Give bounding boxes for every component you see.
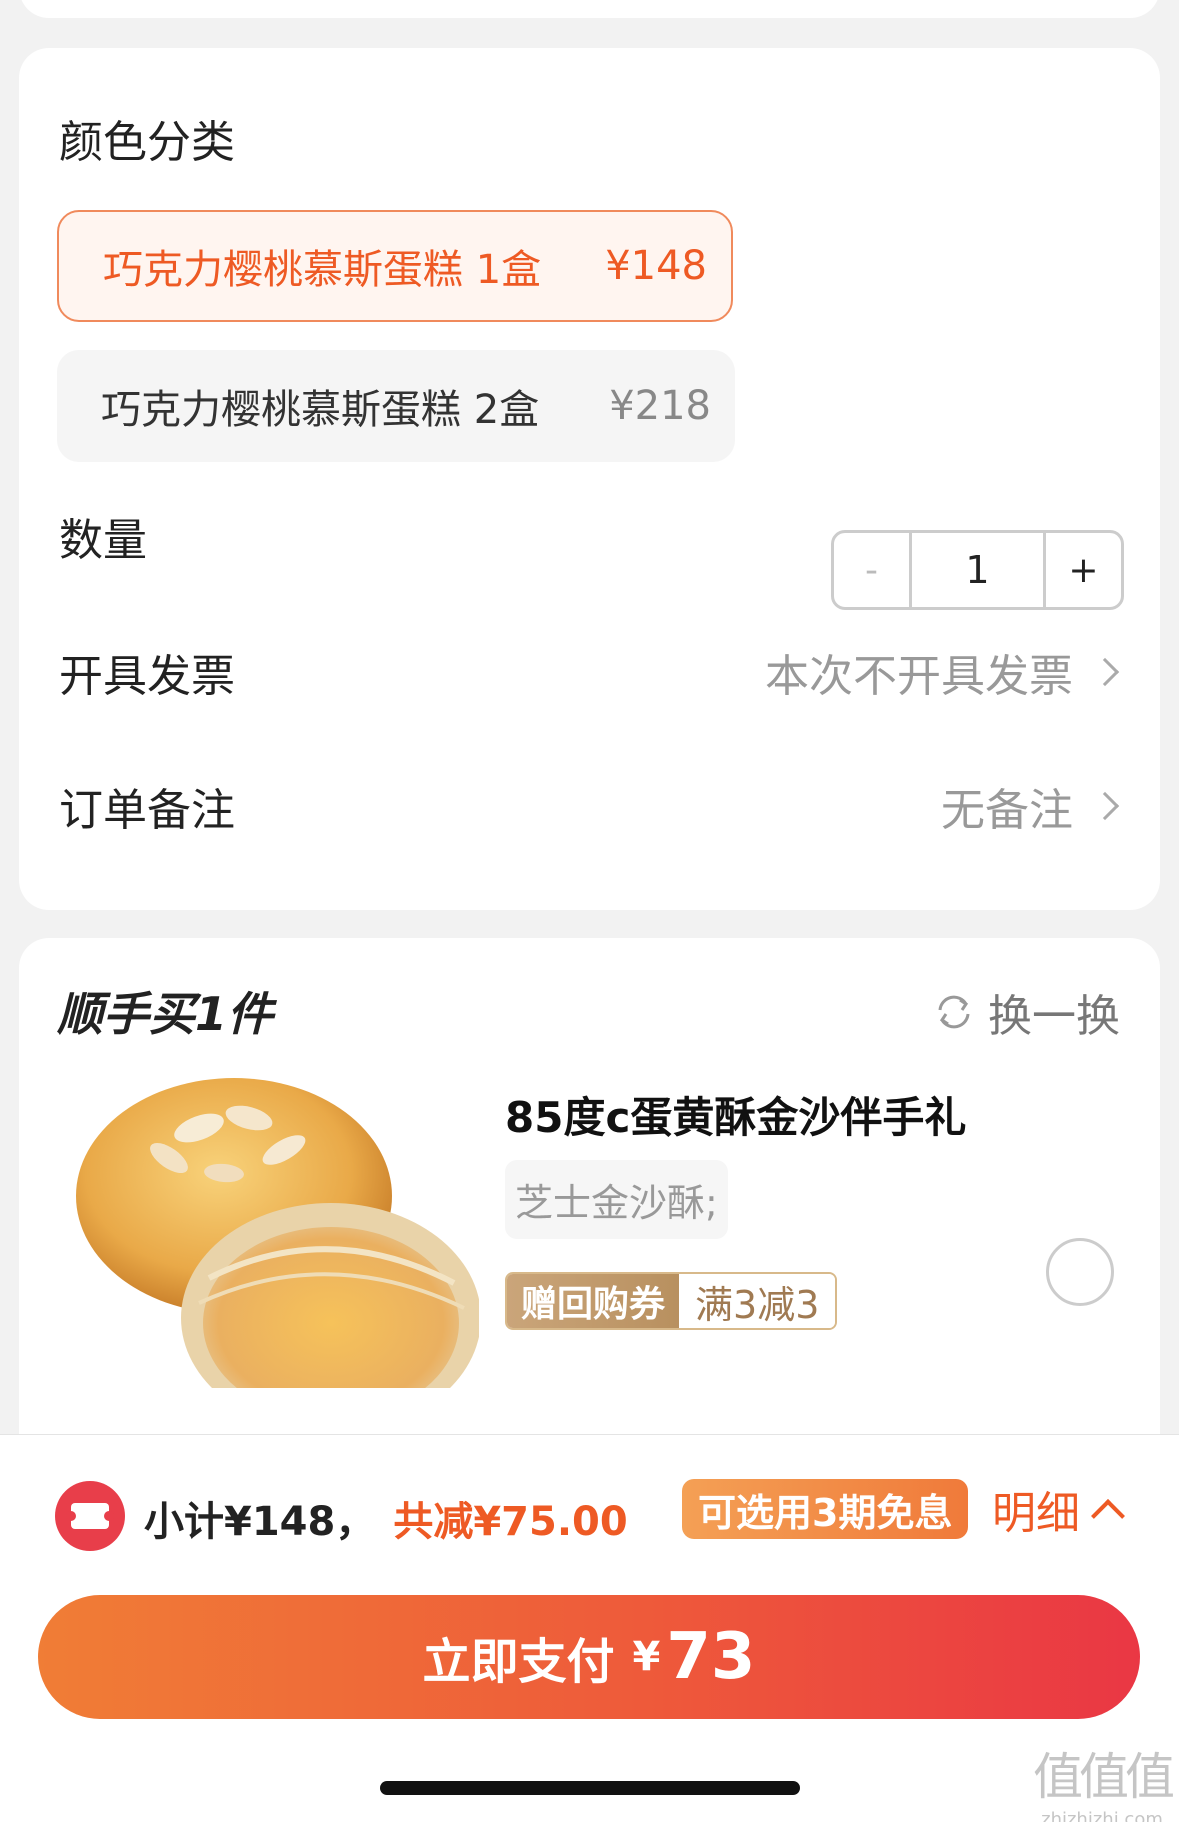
variant-name: 巧克力樱桃慕斯蛋糕 2盒 <box>101 387 540 433</box>
chevron-right-icon <box>1090 657 1120 687</box>
swap-label: 换一换 <box>988 991 1120 1042</box>
previous-card <box>19 0 1160 18</box>
quantity-label: 数量 <box>59 515 147 566</box>
coupon-rule: 满3减3 <box>679 1274 836 1328</box>
increase-button[interactable]: + <box>1043 533 1121 607</box>
quantity-input[interactable]: 1 <box>912 533 1043 607</box>
home-indicator <box>380 1781 800 1795</box>
remark-label: 订单备注 <box>59 785 235 836</box>
swap-button[interactable]: 换一换 <box>932 980 1120 1044</box>
watermark-url: zhizhizhi.com <box>1041 1809 1163 1822</box>
subtotal-text: 小计¥148， <box>144 1499 376 1545</box>
watermark-logo: 值值值 <box>1033 1748 1175 1806</box>
pay-label: 立即支付 <box>422 1634 615 1690</box>
product-spec[interactable]: 芝士金沙酥; <box>505 1160 728 1239</box>
checkout-bar: 小计¥148， 共减¥75.00 可选用3期免息 明细 立即支付 ¥ 73 值值… <box>0 1434 1179 1822</box>
invoice-value: 本次不开具发票 <box>765 651 1073 702</box>
order-options-card: 颜色分类 巧克力樱桃慕斯蛋糕 1盒 ¥148 巧克力樱桃慕斯蛋糕 2盒 ¥218… <box>19 48 1160 910</box>
ticket-icon <box>55 1481 125 1551</box>
chevron-right-icon <box>1090 791 1120 821</box>
invoice-row[interactable]: 开具发票 本次不开具发票 <box>59 632 1123 712</box>
invoice-label: 开具发票 <box>59 651 235 702</box>
variant-section-title: 颜色分类 <box>59 117 235 168</box>
price-summary: 小计¥148， 共减¥75.00 <box>144 1489 628 1547</box>
pay-amount: 73 <box>666 1620 756 1694</box>
variant-price: ¥148 <box>605 243 707 289</box>
installment-badge[interactable]: 可选用3期免息 <box>682 1479 969 1539</box>
decrease-button[interactable]: - <box>834 533 912 607</box>
variant-price: ¥218 <box>609 383 711 429</box>
pay-currency: ¥ <box>632 1634 661 1680</box>
watermark: 值值值 zhizhizhi.com <box>1033 1737 1175 1822</box>
price-detail-toggle[interactable]: 明细 <box>992 1477 1125 1541</box>
checkout-page: 颜色分类 巧克力樱桃慕斯蛋糕 1盒 ¥148 巧克力樱桃慕斯蛋糕 2盒 ¥218… <box>0 0 1179 1822</box>
add-on-title: 顺手买1件 <box>57 987 274 1041</box>
variant-name: 巧克力樱桃慕斯蛋糕 1盒 <box>103 247 542 293</box>
discount-text: 共减¥75.00 <box>393 1499 628 1545</box>
product-select-radio[interactable] <box>1046 1238 1114 1306</box>
add-on-card: 顺手买1件 换一换 85度c蛋黄酥金沙伴手礼 芝士金沙酥; 赠回购券 满3减3 <box>19 938 1160 1458</box>
coupon-tag: 赠回购券 <box>507 1274 680 1328</box>
variant-option-2box[interactable]: 巧克力樱桃慕斯蛋糕 2盒 ¥218 <box>57 350 735 462</box>
refresh-icon <box>938 995 970 1029</box>
product-title[interactable]: 85度c蛋黄酥金沙伴手礼 <box>505 1084 966 1145</box>
quantity-stepper: - 1 + <box>831 530 1124 610</box>
product-image[interactable] <box>59 1068 479 1388</box>
pay-now-button[interactable]: 立即支付 ¥ 73 <box>38 1595 1140 1719</box>
remark-row[interactable]: 订单备注 无备注 <box>59 766 1123 846</box>
remark-value: 无备注 <box>941 785 1073 836</box>
variant-option-1box[interactable]: 巧克力樱桃慕斯蛋糕 1盒 ¥148 <box>57 210 733 322</box>
chevron-up-icon <box>1091 1499 1125 1533</box>
coupon-badge: 赠回购券 满3减3 <box>505 1272 838 1330</box>
detail-label: 明细 <box>992 1488 1080 1539</box>
